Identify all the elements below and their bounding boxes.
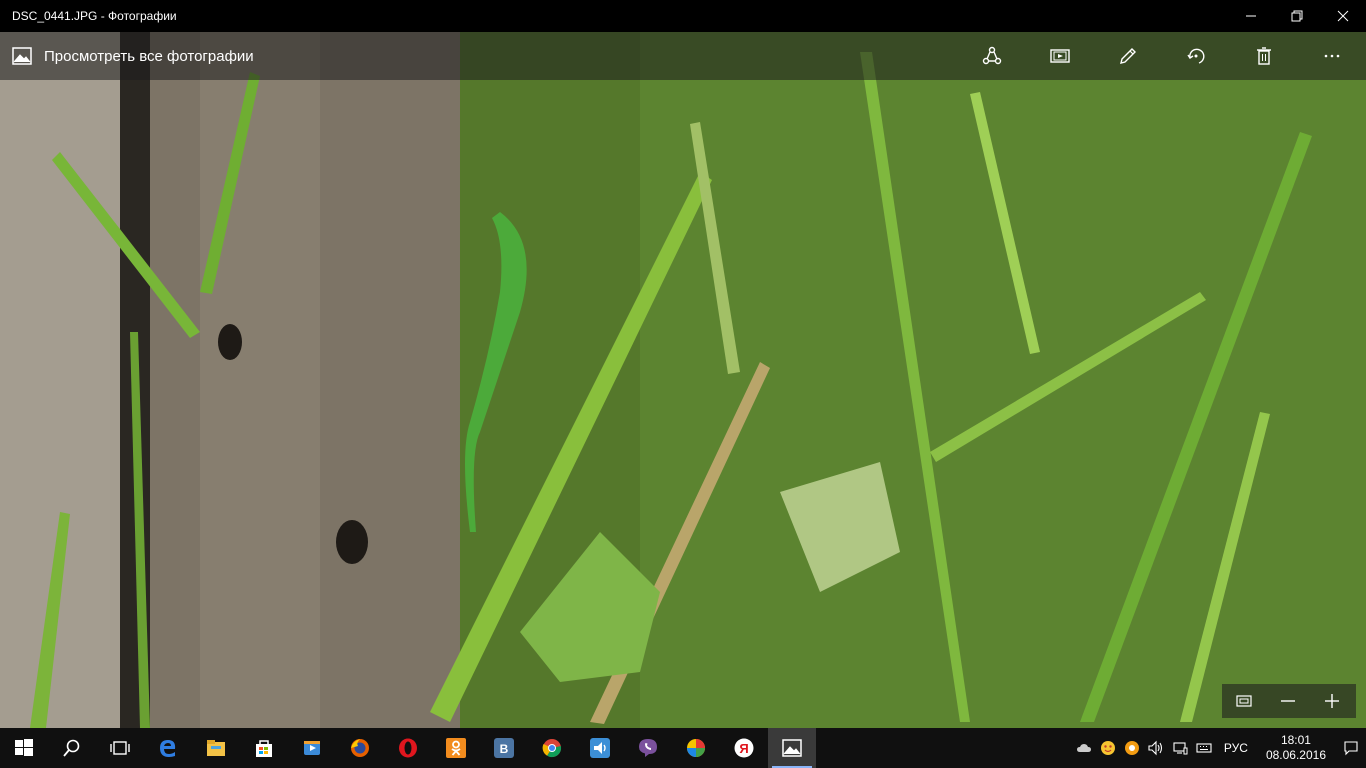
slideshow-icon <box>1050 49 1070 63</box>
keyboard-icon <box>1196 743 1212 753</box>
odnoklassniki-icon <box>446 738 466 758</box>
clock-date: 08.06.2016 <box>1265 748 1326 762</box>
photos-app-bar: Просмотреть все фотографии <box>0 32 1366 80</box>
task-view-icon <box>110 741 130 755</box>
edge-icon <box>160 740 176 757</box>
tray-network[interactable] <box>1168 728 1192 768</box>
viber-icon <box>639 739 657 757</box>
edit-button[interactable] <box>1094 32 1162 80</box>
delete-icon <box>1257 47 1271 65</box>
edit-icon <box>1120 48 1136 64</box>
clock[interactable]: 18:01 08.06.2016 <box>1256 733 1336 763</box>
search-icon <box>63 739 80 757</box>
taskbar-media-player[interactable] <box>288 728 336 768</box>
system-tray: РУС 18:01 08.06.2016 <box>1072 728 1366 768</box>
slideshow-button[interactable] <box>1026 32 1094 80</box>
rotate-icon <box>1187 48 1205 64</box>
start-button[interactable] <box>0 728 48 768</box>
taskbar-chrome[interactable] <box>528 728 576 768</box>
tray-keyboard[interactable] <box>1192 728 1216 768</box>
taskbar: В Я РУС 18:01 08.06.2016 <box>0 728 1366 768</box>
cloud-icon <box>1076 744 1091 752</box>
network-icon <box>1173 742 1188 755</box>
window-title: DSC_0441.JPG - Фотографии <box>12 9 177 23</box>
audio-app-icon <box>590 738 610 758</box>
zoom-controls <box>1222 684 1356 718</box>
taskbar-yandex-browser[interactable]: Я <box>720 728 768 768</box>
taskbar-opera[interactable] <box>384 728 432 768</box>
taskbar-photos[interactable] <box>768 728 816 768</box>
svg-text:В: В <box>500 742 509 756</box>
photos-icon <box>782 739 802 757</box>
close-button[interactable] <box>1320 0 1366 32</box>
photos-icon <box>12 47 32 65</box>
title-bar: DSC_0441.JPG - Фотографии <box>0 0 1366 32</box>
zoom-out-button[interactable] <box>1266 684 1310 718</box>
notification-icon <box>1344 741 1358 756</box>
tray-emoji-app[interactable] <box>1096 728 1120 768</box>
clock-time: 18:01 <box>1280 733 1311 747</box>
file-explorer-icon <box>207 740 225 756</box>
tray-cloud[interactable] <box>1072 728 1096 768</box>
taskbar-vk[interactable]: В <box>480 728 528 768</box>
minimize-icon <box>1246 15 1256 17</box>
colorful-app-icon <box>687 739 705 757</box>
photo-viewer[interactable] <box>0 32 1366 728</box>
tray-orange-app[interactable] <box>1120 728 1144 768</box>
task-view-button[interactable] <box>96 728 144 768</box>
opera-icon <box>399 738 417 758</box>
taskbar-firefox[interactable] <box>336 728 384 768</box>
language-indicator[interactable]: РУС <box>1216 741 1256 755</box>
more-icon <box>1324 54 1340 58</box>
restore-icon <box>1291 10 1303 22</box>
tray-volume[interactable] <box>1144 728 1168 768</box>
delete-button[interactable] <box>1230 32 1298 80</box>
firefox-icon <box>351 739 369 757</box>
taskbar-colorful-app[interactable] <box>672 728 720 768</box>
zoom-in-button[interactable] <box>1310 684 1354 718</box>
photo-image <box>0 32 1366 728</box>
zoom-out-icon <box>1281 700 1295 702</box>
taskbar-viber[interactable] <box>624 728 672 768</box>
view-all-photos-button[interactable]: Просмотреть все фотографии <box>0 32 254 80</box>
store-icon <box>256 740 272 757</box>
view-all-photos-label: Просмотреть все фотографии <box>44 47 254 65</box>
windows-start-icon <box>15 739 33 756</box>
share-button[interactable] <box>958 32 1026 80</box>
search-button[interactable] <box>48 728 96 768</box>
volume-icon <box>1148 740 1162 756</box>
taskbar-audio-app[interactable] <box>576 728 624 768</box>
more-button[interactable] <box>1298 32 1366 80</box>
svg-text:Я: Я <box>739 741 748 756</box>
fit-to-window-button[interactable] <box>1222 684 1266 718</box>
taskbar-store[interactable] <box>240 728 288 768</box>
close-icon <box>1337 10 1349 22</box>
fit-icon <box>1236 695 1252 707</box>
minimize-button[interactable] <box>1228 0 1274 32</box>
restore-button[interactable] <box>1274 0 1320 32</box>
vk-icon: В <box>494 738 514 758</box>
taskbar-odnoklassniki[interactable] <box>432 728 480 768</box>
action-center-button[interactable] <box>1336 728 1366 768</box>
taskbar-edge[interactable] <box>144 728 192 768</box>
yandex-browser-icon: Я <box>734 738 754 758</box>
chrome-icon <box>542 739 562 758</box>
taskbar-file-explorer[interactable] <box>192 728 240 768</box>
rotate-button[interactable] <box>1162 32 1230 80</box>
orange-app-icon <box>1124 741 1139 755</box>
media-player-icon <box>304 741 320 755</box>
zoom-in-icon <box>1325 694 1339 708</box>
emoji-app-icon <box>1100 741 1115 755</box>
share-icon <box>982 46 1002 65</box>
